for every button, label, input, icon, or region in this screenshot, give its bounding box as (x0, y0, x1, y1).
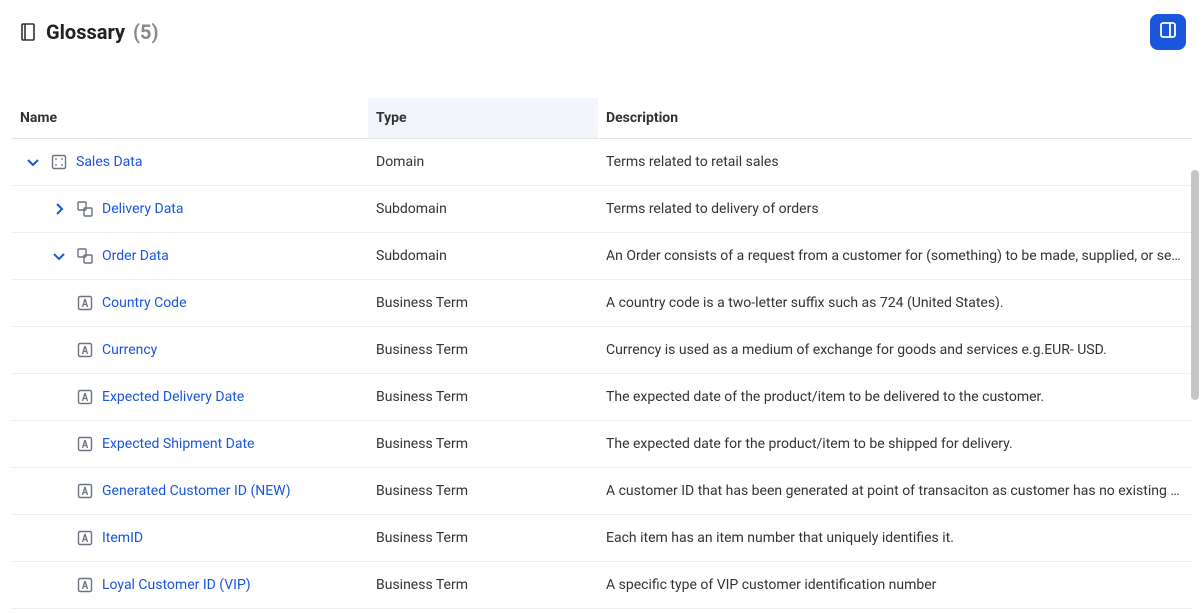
table-row: Expected Delivery Date Business TermThe e… (12, 374, 1192, 421)
table-row: Sales Data DomainTerms related to retail … (12, 139, 1192, 186)
title-group: Glossary (5) (18, 20, 159, 44)
description-cell: Each item has an item number that unique… (598, 515, 1192, 562)
description-cell: A country code is a two-letter suffix su… (598, 280, 1192, 327)
name-cell: Expected Delivery Date (20, 388, 360, 406)
panel-icon (1158, 20, 1178, 44)
chevron-down-icon[interactable] (50, 247, 68, 265)
table-row: Order Data SubdomainAn Order consists of … (12, 233, 1192, 280)
table-row: Generated Customer ID (NEW) Business Term… (12, 468, 1192, 515)
name-cell: ItemID (20, 529, 360, 547)
item-link[interactable]: Currency (102, 342, 157, 358)
name-cell: Delivery Data (20, 200, 360, 218)
type-cell: Business Term (368, 327, 598, 374)
term-icon (76, 435, 94, 453)
name-cell: Loyal Customer ID (VIP) (20, 576, 360, 594)
table-row: Delivery Data SubdomainTerms related to d… (12, 186, 1192, 233)
subdomain-icon (76, 200, 94, 218)
term-icon (76, 388, 94, 406)
term-icon (76, 294, 94, 312)
type-cell: Subdomain (368, 233, 598, 280)
name-cell: Expected Shipment Date (20, 435, 360, 453)
name-cell: Currency (20, 341, 360, 359)
term-icon (76, 576, 94, 594)
chevron-down-icon[interactable] (24, 153, 42, 171)
description-cell: Terms related to retail sales (598, 139, 1192, 186)
glossary-table: Name Type Description Sales Data DomainTe… (12, 98, 1192, 609)
item-link[interactable]: Delivery Data (102, 201, 184, 217)
type-cell: Business Term (368, 280, 598, 327)
term-icon (76, 341, 94, 359)
item-link[interactable]: Expected Delivery Date (102, 389, 244, 405)
name-cell: Sales Data (20, 153, 360, 171)
item-link[interactable]: Country Code (102, 295, 187, 311)
glossary-table-container: Name Type Description Sales Data DomainTe… (0, 98, 1204, 609)
name-cell: Country Code (20, 294, 360, 312)
description-cell: A specific type of VIP customer identifi… (598, 562, 1192, 609)
domain-icon (50, 153, 68, 171)
glossary-icon (18, 22, 38, 42)
column-header-description[interactable]: Description (598, 98, 1192, 139)
column-header-name[interactable]: Name (12, 98, 368, 139)
table-header-row: Name Type Description (12, 98, 1192, 139)
name-cell: Order Data (20, 247, 360, 265)
description-cell: The expected date of the product/item to… (598, 374, 1192, 421)
table-row: ItemID Business TermEach item has an item… (12, 515, 1192, 562)
panel-toggle-button[interactable] (1150, 14, 1186, 50)
scrollbar[interactable] (1191, 170, 1199, 400)
type-cell: Business Term (368, 374, 598, 421)
type-cell: Business Term (368, 515, 598, 562)
type-cell: Domain (368, 139, 598, 186)
page-title: Glossary (46, 20, 125, 44)
item-link[interactable]: Order Data (102, 248, 169, 264)
chevron-right-icon[interactable] (50, 200, 68, 218)
name-cell: Generated Customer ID (NEW) (20, 482, 360, 500)
type-cell: Business Term (368, 562, 598, 609)
item-link[interactable]: Expected Shipment Date (102, 436, 254, 452)
type-cell: Business Term (368, 421, 598, 468)
item-link[interactable]: Sales Data (76, 154, 142, 170)
item-link[interactable]: Generated Customer ID (NEW) (102, 483, 291, 499)
description-cell: An Order consists of a request from a cu… (598, 233, 1192, 280)
type-cell: Subdomain (368, 186, 598, 233)
table-row: Country Code Business TermA country code … (12, 280, 1192, 327)
description-cell: Currency is used as a medium of exchange… (598, 327, 1192, 374)
description-cell: Terms related to delivery of orders (598, 186, 1192, 233)
description-cell: The expected date for the product/item t… (598, 421, 1192, 468)
term-icon (76, 482, 94, 500)
table-row: Loyal Customer ID (VIP) Business TermA sp… (12, 562, 1192, 609)
term-icon (76, 529, 94, 547)
table-row: Currency Business TermCurrency is used as… (12, 327, 1192, 374)
column-header-type[interactable]: Type (368, 98, 598, 139)
type-cell: Business Term (368, 468, 598, 515)
page-header: Glossary (5) (0, 0, 1204, 58)
item-link[interactable]: ItemID (102, 530, 143, 546)
description-cell: A customer ID that has been generated at… (598, 468, 1192, 515)
item-link[interactable]: Loyal Customer ID (VIP) (102, 577, 251, 593)
subdomain-icon (76, 247, 94, 265)
item-count: (5) (133, 20, 159, 44)
table-row: Expected Shipment Date Business TermThe e… (12, 421, 1192, 468)
